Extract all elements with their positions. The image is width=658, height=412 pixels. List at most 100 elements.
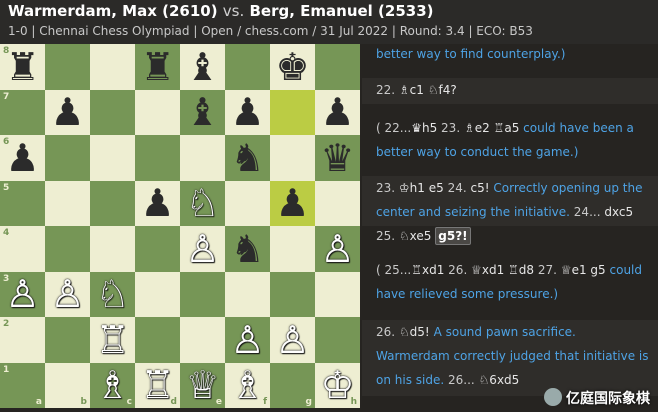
square-h8[interactable] <box>315 44 360 90</box>
square-g6[interactable] <box>270 135 315 181</box>
square-e7[interactable]: ♝ <box>180 89 225 135</box>
square-e2[interactable] <box>180 317 225 363</box>
black-rook-piece[interactable]: ♜ <box>140 48 174 86</box>
move[interactable]: ♛h5 <box>411 121 437 135</box>
move[interactable]: ♔h1 <box>399 181 425 195</box>
square-c2[interactable]: ♖ <box>90 317 135 363</box>
move[interactable]: g5 <box>590 263 605 277</box>
square-f3[interactable] <box>225 271 270 317</box>
white-king-piece[interactable]: ♔ <box>320 366 354 404</box>
square-d4[interactable] <box>135 226 180 272</box>
square-b4[interactable] <box>45 226 90 272</box>
square-c6[interactable] <box>90 135 135 181</box>
move[interactable]: ♕e1 <box>561 263 587 277</box>
white-pawn-piece[interactable]: ♙ <box>320 230 354 268</box>
square-g2[interactable]: ♙ <box>270 317 315 363</box>
move[interactable]: c5! <box>471 181 490 195</box>
black-rook-piece[interactable]: ♜ <box>5 48 39 86</box>
square-b5[interactable] <box>45 180 90 226</box>
white-knight-piece[interactable]: ♘ <box>95 275 129 313</box>
current-move[interactable]: g5?! <box>435 227 471 245</box>
black-pawn-piece[interactable]: ♟ <box>230 93 264 131</box>
square-b3[interactable]: ♙ <box>45 271 90 317</box>
move[interactable]: ♖xd1 <box>411 263 444 277</box>
square-f7[interactable]: ♟ <box>225 89 270 135</box>
move[interactable]: ♗c1 <box>399 83 424 97</box>
square-a3[interactable]: 3 ♙ <box>0 271 45 317</box>
move[interactable]: ♘6xd5 <box>479 373 520 387</box>
black-knight-piece[interactable]: ♞ <box>230 230 264 268</box>
white-knight-piece[interactable]: ♘ <box>185 184 219 222</box>
square-d6[interactable] <box>135 135 180 181</box>
black-knight-piece[interactable]: ♞ <box>230 139 264 177</box>
move[interactable]: ♘f4? <box>428 83 457 97</box>
white-pawn-piece[interactable]: ♙ <box>50 275 84 313</box>
square-f1[interactable]: f ♗ <box>225 362 270 408</box>
square-h1[interactable]: h ♔ <box>315 362 360 408</box>
white-pawn-piece[interactable]: ♙ <box>185 230 219 268</box>
move[interactable]: ♗e2 <box>464 121 490 135</box>
black-bishop-piece[interactable]: ♝ <box>185 93 219 131</box>
square-f5[interactable] <box>225 180 270 226</box>
square-d7[interactable] <box>135 89 180 135</box>
white-player[interactable]: Warmerdam, Max (2610) <box>8 2 218 20</box>
square-a5[interactable]: 5 <box>0 180 45 226</box>
square-a6[interactable]: 6 ♟ <box>0 135 45 181</box>
square-f8[interactable] <box>225 44 270 90</box>
square-e3[interactable] <box>180 271 225 317</box>
white-bishop-piece[interactable]: ♗ <box>230 366 264 404</box>
square-g5[interactable]: ♟ <box>270 180 315 226</box>
black-pawn-piece[interactable]: ♟ <box>320 93 354 131</box>
square-b8[interactable] <box>45 44 90 90</box>
white-queen-piece[interactable]: ♕ <box>185 366 219 404</box>
black-pawn-piece[interactable]: ♟ <box>140 184 174 222</box>
square-d2[interactable] <box>135 317 180 363</box>
move[interactable]: ♘d5! <box>399 325 430 339</box>
square-a1[interactable]: 1a <box>0 362 45 408</box>
square-h6[interactable]: ♛ <box>315 135 360 181</box>
white-rook-piece[interactable]: ♖ <box>140 366 174 404</box>
square-d5[interactable]: ♟ <box>135 180 180 226</box>
white-rook-piece[interactable]: ♖ <box>95 321 129 359</box>
black-queen-piece[interactable]: ♛ <box>320 139 354 177</box>
move[interactable]: e5 <box>429 181 444 195</box>
white-pawn-piece[interactable]: ♙ <box>275 321 309 359</box>
square-a4[interactable]: 4 <box>0 226 45 272</box>
move[interactable]: dxc5 <box>604 205 633 219</box>
black-pawn-piece[interactable]: ♟ <box>50 93 84 131</box>
square-c8[interactable] <box>90 44 135 90</box>
square-e8[interactable]: ♝ <box>180 44 225 90</box>
square-h3[interactable] <box>315 271 360 317</box>
square-b7[interactable]: ♟ <box>45 89 90 135</box>
white-pawn-piece[interactable]: ♙ <box>5 275 39 313</box>
square-h4[interactable]: ♙ <box>315 226 360 272</box>
square-d8[interactable]: ♜ <box>135 44 180 90</box>
black-king-piece[interactable]: ♚ <box>275 48 309 86</box>
square-g7[interactable] <box>270 89 315 135</box>
black-bishop-piece[interactable]: ♝ <box>185 48 219 86</box>
square-g3[interactable] <box>270 271 315 317</box>
square-f4[interactable]: ♞ <box>225 226 270 272</box>
square-e1[interactable]: e ♕ <box>180 362 225 408</box>
square-e5[interactable]: ♘ <box>180 180 225 226</box>
white-pawn-piece[interactable]: ♙ <box>230 321 264 359</box>
square-a8[interactable]: 8 ♜ <box>0 44 45 90</box>
notation-panel[interactable]: better way to find counterplay.) 22. ♗c1… <box>362 44 658 412</box>
black-player[interactable]: Berg, Emanuel (2533) <box>249 2 433 20</box>
square-c1[interactable]: c ♗ <box>90 362 135 408</box>
square-h7[interactable]: ♟ <box>315 89 360 135</box>
black-pawn-piece[interactable]: ♟ <box>5 139 39 177</box>
square-h2[interactable] <box>315 317 360 363</box>
square-g8[interactable]: ♚ <box>270 44 315 90</box>
square-c5[interactable] <box>90 180 135 226</box>
square-b6[interactable] <box>45 135 90 181</box>
square-c3[interactable]: ♘ <box>90 271 135 317</box>
square-e6[interactable] <box>180 135 225 181</box>
square-b1[interactable]: b <box>45 362 90 408</box>
square-g1[interactable]: g <box>270 362 315 408</box>
chess-board[interactable]: 8 ♜ ♜ ♝ ♚ 7 ♟ ♝ ♟ ♟ 6 ♟ ♞ ♛ 5 ♟ ♘ ♟ 4 ♙ ♞ ♙ 3 ♙ ♙ ♘ 2 ♖ ♙ ♙ 1 a b c ♗ d ♖ e ♕ f… <box>0 44 360 408</box>
black-pawn-piece[interactable]: ♟ <box>275 184 309 222</box>
move[interactable]: ♘xe5 <box>399 229 432 243</box>
square-d1[interactable]: d ♖ <box>135 362 180 408</box>
square-a2[interactable]: 2 <box>0 317 45 363</box>
